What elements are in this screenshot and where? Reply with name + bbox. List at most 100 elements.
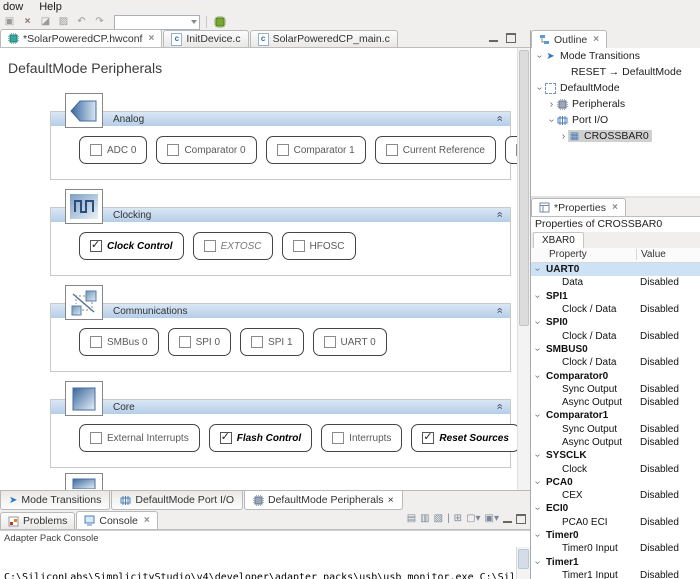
checkbox-icon[interactable]	[90, 144, 102, 156]
chevron-icon[interactable]: ›	[546, 116, 557, 125]
property-row[interactable]: › Timer1	[531, 556, 700, 569]
peripheral-toggle[interactable]: EXTOSC	[192, 232, 273, 260]
property-row[interactable]: › Clock / Data Disabled	[531, 303, 700, 316]
tree-item-crossbar0[interactable]: › ▦ CROSSBAR0	[531, 128, 700, 144]
tab-console[interactable]: Console ×	[76, 511, 158, 529]
property-row[interactable]: › Clock Disabled	[531, 462, 700, 475]
property-row[interactable]: › Async Output Disabled	[531, 436, 700, 449]
maximize-icon[interactable]	[516, 514, 526, 524]
peripheral-toggle[interactable]: ADC 0	[79, 136, 148, 164]
new-console-view-icon[interactable]: ▣▾	[485, 513, 499, 525]
section-header-clocking[interactable]: Clocking «	[51, 208, 510, 222]
property-row[interactable]: › Clock / Data Disabled	[531, 356, 700, 369]
tab-properties[interactable]: *Properties ×	[531, 198, 626, 216]
tab-problems[interactable]: Problems	[0, 512, 76, 529]
close-icon[interactable]: ×	[148, 33, 154, 44]
tree-item-peripherals[interactable]: › Peripherals	[531, 96, 700, 112]
property-row[interactable]: › Comparator1	[531, 409, 700, 422]
chevron-icon[interactable]: ›	[532, 558, 543, 567]
open-console-icon[interactable]: ▢▾	[466, 513, 480, 525]
checkbox-icon[interactable]	[385, 144, 398, 156]
chevron-icon[interactable]: ›	[559, 131, 568, 142]
property-row[interactable]: › Timer1 Input Disabled	[531, 569, 700, 579]
peripheral-toggle[interactable]: UART 0	[312, 328, 387, 356]
peripheral-toggle[interactable]: Clock Control	[79, 232, 184, 260]
tab-initdevice[interactable]: c InitDevice.c	[163, 30, 249, 47]
scrollbar-thumb[interactable]	[519, 50, 529, 327]
delete-icon[interactable]: ×	[20, 15, 35, 29]
chevron-icon[interactable]: ›	[532, 504, 543, 513]
collapse-icon[interactable]: «	[492, 403, 505, 409]
editor-scrollbar[interactable]	[517, 48, 530, 490]
chevron-icon[interactable]: ›	[534, 84, 545, 93]
section-header-core[interactable]: Core «	[51, 400, 510, 414]
peripheral-toggle[interactable]: External Interrupts	[79, 424, 200, 452]
peripheral-toggle[interactable]: SPI 0	[167, 328, 232, 356]
scroll-lock-icon[interactable]: ▥	[420, 513, 429, 525]
property-row[interactable]: › UART0	[531, 263, 700, 277]
checkbox-icon[interactable]	[292, 240, 305, 252]
property-row[interactable]: › ECI0	[531, 502, 700, 515]
chevron-icon[interactable]: ›	[532, 411, 543, 420]
tree-item-port-io[interactable]: › Port I/O	[531, 112, 700, 128]
chevron-icon[interactable]: ›	[532, 478, 543, 487]
checkbox-icon[interactable]	[203, 240, 216, 252]
section-header-communications[interactable]: Communications «	[51, 304, 510, 318]
property-row[interactable]: › Clock / Data Disabled	[531, 329, 700, 342]
property-row[interactable]: › Timer0 Input Disabled	[531, 542, 700, 555]
peripheral-toggle[interactable]: Comparator 1	[265, 136, 366, 164]
peripheral-toggle[interactable]: Current Reference	[374, 136, 496, 164]
peripheral-toggle[interactable]: Flash Control	[208, 424, 313, 452]
close-icon[interactable]: ×	[593, 34, 599, 45]
tab-mode-transitions[interactable]: ➤ Mode Transitions	[0, 491, 111, 510]
property-row[interactable]: › Timer0	[531, 529, 700, 542]
section-header-analog[interactable]: Analog «	[51, 112, 510, 126]
chevron-icon[interactable]: ›	[532, 531, 543, 540]
property-row[interactable]: › PCA0	[531, 476, 700, 489]
checkbox-icon[interactable]	[178, 336, 191, 348]
property-row[interactable]: › Comparator0	[531, 369, 700, 382]
column-property[interactable]: Property	[549, 249, 587, 260]
collapse-icon[interactable]: «	[492, 307, 505, 313]
chevron-icon[interactable]: ›	[532, 318, 543, 327]
checkbox-icon[interactable]	[219, 430, 232, 444]
checkbox-icon[interactable]	[323, 336, 336, 348]
checkbox-icon[interactable]	[276, 144, 289, 156]
checkbox-icon[interactable]	[90, 238, 102, 252]
peripheral-toggle[interactable]: Comparator 0	[156, 136, 257, 164]
display-console-icon[interactable]: ⊞	[454, 513, 462, 525]
quick-search-input[interactable]	[114, 14, 200, 30]
property-row[interactable]: › SMBUS0	[531, 343, 700, 356]
property-row[interactable]: › SPI0	[531, 316, 700, 329]
scrollbar-thumb[interactable]	[518, 549, 529, 569]
link-editor-icon[interactable]: ◪	[38, 15, 53, 29]
chevron-icon[interactable]: ›	[547, 99, 556, 110]
checkbox-icon[interactable]	[251, 336, 264, 348]
minimize-icon[interactable]	[503, 516, 512, 523]
property-row[interactable]: › PCA0 ECI Disabled	[531, 516, 700, 529]
property-row[interactable]: › Sync Output Disabled	[531, 423, 700, 436]
property-row[interactable]: › Sync Output Disabled	[531, 383, 700, 396]
peripheral-toggle[interactable]: SMBus 0	[79, 328, 159, 356]
property-row[interactable]: › Data Disabled	[531, 276, 700, 289]
tab-xbar0[interactable]: XBAR0	[533, 232, 584, 249]
minimize-icon[interactable]	[489, 35, 498, 42]
pin-console-icon[interactable]: ▧	[434, 513, 443, 525]
property-row[interactable]: › SPI1	[531, 290, 700, 303]
tab-outline[interactable]: Outline ×	[531, 30, 608, 48]
column-value[interactable]: Value	[636, 249, 666, 260]
peripheral-toggle[interactable]: Reset Sources	[411, 424, 520, 452]
checkbox-icon[interactable]	[90, 432, 102, 444]
peripheral-toggle[interactable]: Interrupts	[321, 424, 403, 452]
maximize-icon[interactable]	[506, 33, 516, 43]
checkbox-icon[interactable]	[422, 430, 435, 444]
checkbox-icon[interactable]	[167, 144, 180, 156]
property-row[interactable]: › SYSCLK	[531, 449, 700, 462]
menu-help[interactable]: Help	[39, 1, 62, 13]
menu-window-partial[interactable]: dow	[3, 1, 23, 13]
checkbox-icon[interactable]	[90, 336, 102, 348]
undo-icon[interactable]: ↶	[74, 15, 89, 29]
console-scrollbar[interactable]	[516, 547, 530, 579]
tab-defaultmode-port-io[interactable]: DefaultMode Port I/O	[111, 491, 243, 510]
tree-item-defaultmode[interactable]: › DefaultMode	[531, 80, 700, 96]
